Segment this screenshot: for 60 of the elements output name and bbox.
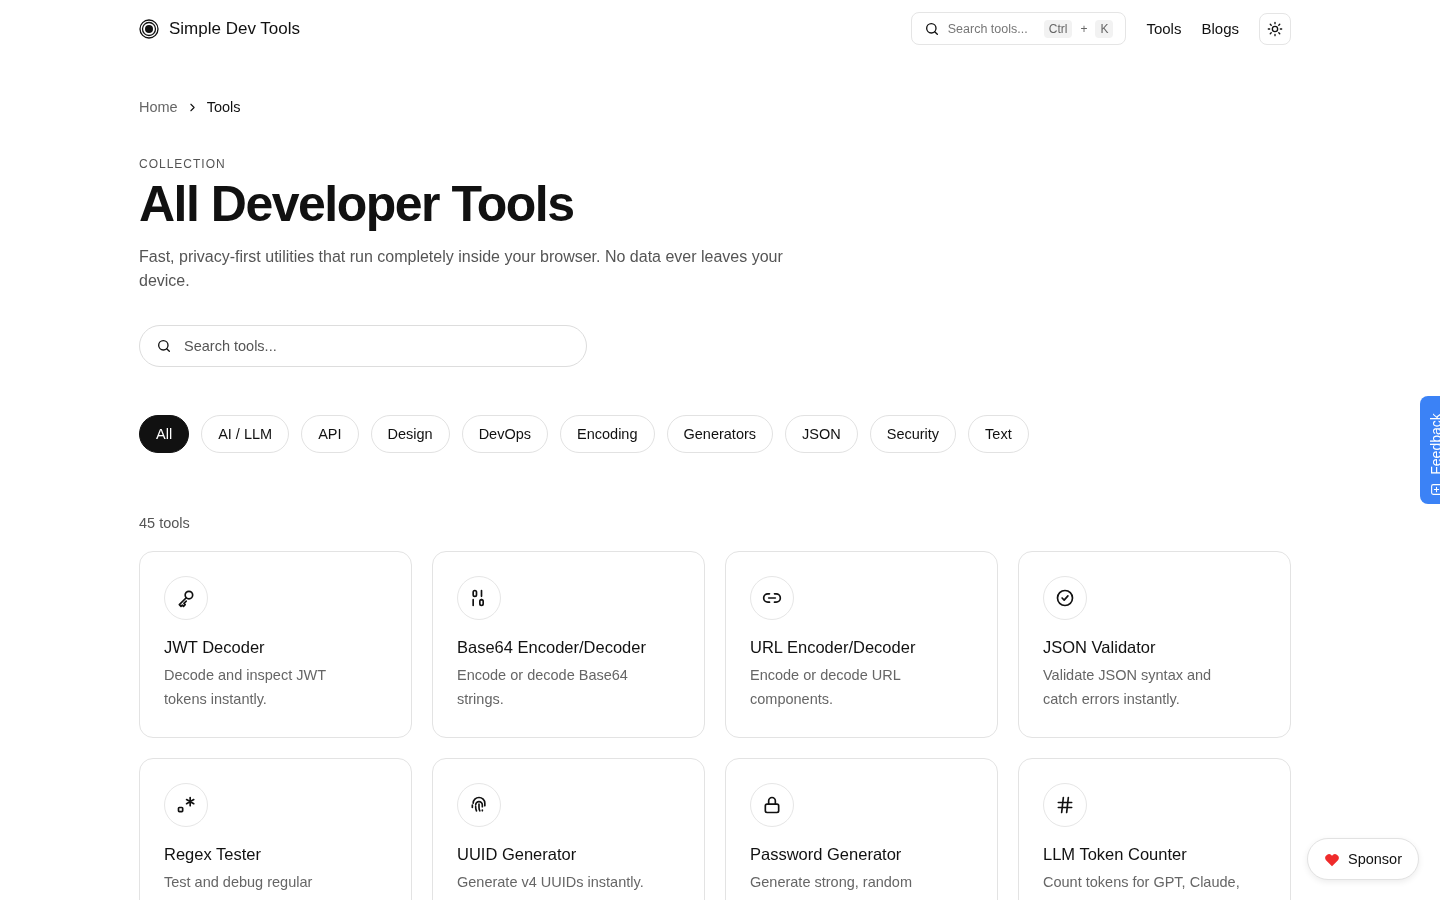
- filter-chip[interactable]: Security: [869, 415, 957, 453]
- filter-chip[interactable]: API: [301, 415, 359, 453]
- plus-sign: +: [1080, 21, 1088, 36]
- search-icon: [923, 20, 940, 37]
- tool-card[interactable]: UUID Generator Generate v4 UUIDs instantly.: [432, 758, 705, 900]
- tool-card[interactable]: LLM Token Counter Count tokens for GPT, Claude,: [1018, 758, 1291, 900]
- check-circle-icon: [1055, 588, 1075, 608]
- hash-icon: [1055, 795, 1075, 815]
- tool-description: Encode or decode Base64 strings.: [457, 666, 629, 709]
- heart-icon: [1324, 851, 1340, 867]
- tool-description: Generate v4 UUIDs instantly.: [457, 873, 645, 892]
- filter-chip[interactable]: DevOps: [461, 415, 549, 453]
- tool-name: URL Encoder/Decoder: [750, 638, 917, 657]
- filter-chip[interactable]: AI / LLM: [201, 415, 290, 453]
- filter-chip[interactable]: Generators: [666, 415, 774, 453]
- tool-card[interactable]: JSON Validator Validate JSON syntax and catch errors instantly.: [1018, 551, 1291, 738]
- sponsor-button[interactable]: Sponsor: [1307, 838, 1419, 880]
- nav-link[interactable]: Tools: [1146, 20, 1182, 37]
- filter-chip[interactable]: All: [139, 415, 190, 453]
- regex-icon: [176, 795, 196, 815]
- logo-icon: [139, 18, 159, 39]
- tool-card[interactable]: Regex Tester Test and debug regular: [139, 758, 412, 900]
- search-icon: [156, 338, 172, 354]
- eyebrow-label: COLLECTION: [139, 157, 227, 171]
- tool-description: Count tokens for GPT, Claude,: [1043, 873, 1241, 892]
- fingerprint-icon: [469, 795, 489, 815]
- tool-description: Validate JSON syntax and catch errors instantly.: [1043, 666, 1213, 709]
- key-hint: Ctrl: [1043, 19, 1073, 38]
- filter-chip[interactable]: JSON: [785, 415, 858, 453]
- filter-chip[interactable]: Design: [370, 415, 450, 453]
- key-hint: K: [1095, 19, 1114, 38]
- filter-chip[interactable]: Text: [968, 415, 1029, 453]
- tool-count: 45 tools: [139, 515, 191, 531]
- tool-card[interactable]: Base64 Encoder/Decoder Encode or decode Base64 strings.: [432, 551, 705, 738]
- page-subtitle: Fast, privacy-first utilities that run completely inside your browser. No data ever leaves your device.: [139, 247, 784, 291]
- lock-icon: [762, 795, 782, 815]
- tool-description: Generate strong, random: [750, 873, 913, 892]
- tool-description: Test and debug regular: [164, 873, 314, 892]
- breadcrumb-link[interactable]: Tools: [206, 99, 241, 115]
- breadcrumb-link[interactable]: Home: [139, 99, 178, 115]
- tool-name: UUID Generator: [457, 845, 578, 864]
- nav-link[interactable]: Blogs: [1201, 20, 1239, 37]
- tool-name: Regex Tester: [164, 845, 262, 864]
- header-search-field[interactable]: Search tools... Ctrl + K: [910, 12, 1127, 45]
- tool-name: JWT Decoder: [164, 638, 266, 657]
- brand-name: Simple Dev Tools: [169, 18, 301, 39]
- tool-card[interactable]: JWT Decoder Decode and inspect JWT tokens instantly.: [139, 551, 412, 738]
- tool-card[interactable]: Password Generator Generate strong, random: [725, 758, 998, 900]
- page-title: All Developer Tools: [139, 175, 575, 233]
- tool-description: Encode or decode URL components.: [750, 666, 902, 709]
- filter-chip[interactable]: Encoding: [560, 415, 655, 453]
- sun-icon: [1267, 20, 1283, 37]
- tool-card[interactable]: URL Encoder/Decoder Encode or decode URL components.: [725, 551, 998, 738]
- key-icon: [176, 588, 196, 608]
- tool-name: Base64 Encoder/Decoder: [457, 638, 647, 657]
- theme-toggle-button[interactable]: [1259, 12, 1291, 45]
- tool-name: Password Generator: [750, 845, 903, 864]
- tool-description: Decode and inspect JWT tokens instantly.: [164, 666, 327, 709]
- tool-name: LLM Token Counter: [1043, 845, 1188, 864]
- tool-name: JSON Validator: [1043, 638, 1157, 657]
